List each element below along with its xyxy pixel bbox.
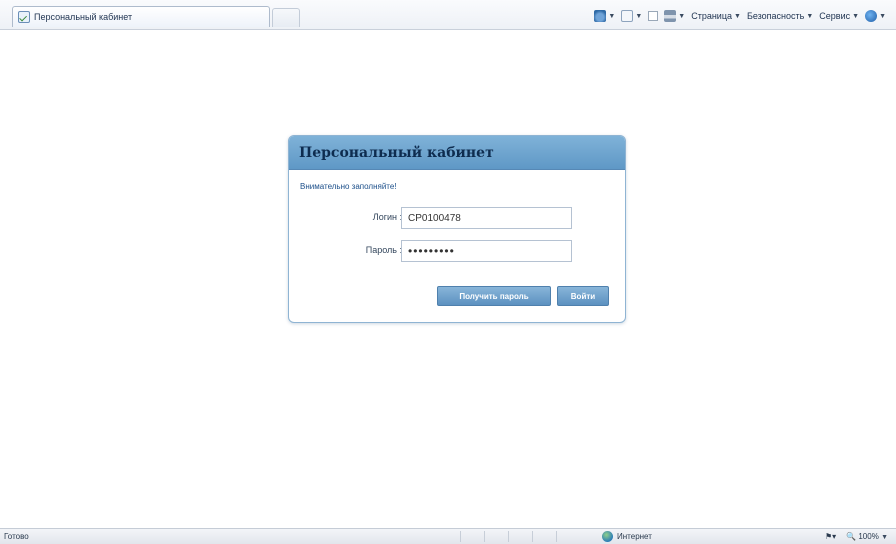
chevron-down-icon: ▼ <box>852 12 860 20</box>
chevron-down-icon: ▼ <box>881 534 888 541</box>
status-divider <box>460 531 482 542</box>
status-bar: Готово Интернет ⚑▾ 🔍 100% ▼ <box>0 528 896 544</box>
protected-mode-icon[interactable]: ⚑▾ <box>825 532 836 541</box>
home-icon <box>594 10 607 22</box>
mail-icon <box>648 11 659 21</box>
safety-menu-label: Безопасность <box>746 11 805 21</box>
print-icon <box>664 10 677 22</box>
panel-title: Персональный кабинет <box>289 136 625 170</box>
password-row: Пароль : <box>289 240 625 262</box>
feeds-icon <box>621 10 634 22</box>
chevron-down-icon: ▼ <box>879 12 886 20</box>
command-bar: ▼ ▼ ▼ Страница ▼ Безопасность ▼ Сервис ▼… <box>594 7 886 25</box>
page-favicon-icon <box>18 11 30 23</box>
password-label: Пароль : <box>365 245 402 255</box>
password-field[interactable] <box>401 240 572 262</box>
page-menu-label: Страница <box>691 11 732 21</box>
globe-icon <box>602 531 613 542</box>
attention-note: Внимательно заполняйте! <box>300 182 397 191</box>
help-button[interactable]: ▼ <box>865 10 886 22</box>
zoom-icon: 🔍 <box>846 532 857 541</box>
new-tab-button[interactable] <box>272 8 300 27</box>
browser-tab-active[interactable]: Персональный кабинет <box>12 6 270 27</box>
zone-label: Интернет <box>617 532 652 541</box>
zoom-control[interactable]: 🔍 100% ▼ <box>846 532 888 541</box>
status-divider <box>508 531 530 542</box>
tools-menu-label: Сервис <box>819 11 851 21</box>
login-row: Логин : <box>289 207 625 229</box>
feeds-button[interactable]: ▼ <box>621 10 642 22</box>
zoom-area: ⚑▾ 🔍 100% ▼ <box>825 532 888 541</box>
browser-tab-bar: Персональный кабинет ▼ ▼ ▼ Страница ▼ Бе… <box>0 0 896 30</box>
home-button[interactable]: ▼ <box>594 10 615 22</box>
status-divider <box>556 531 578 542</box>
chevron-down-icon: ▼ <box>678 12 686 20</box>
mail-button[interactable] <box>648 11 659 21</box>
chevron-down-icon: ▼ <box>806 12 814 20</box>
zoom-level: 100% <box>858 532 879 541</box>
tools-menu[interactable]: Сервис ▼ <box>819 11 859 21</box>
status-divider <box>532 531 554 542</box>
page-content: Персональный кабинет Внимательно заполня… <box>10 31 886 528</box>
status-text: Готово <box>4 532 29 541</box>
chevron-down-icon: ▼ <box>608 12 616 20</box>
security-zone[interactable]: Интернет <box>602 531 652 542</box>
print-button[interactable]: ▼ <box>664 10 685 22</box>
login-label: Логин : <box>372 212 402 222</box>
chevron-down-icon: ▼ <box>734 12 741 20</box>
safety-menu[interactable]: Безопасность ▼ <box>747 11 813 21</box>
login-panel: Персональный кабинет Внимательно заполня… <box>288 135 626 323</box>
help-icon <box>865 10 878 22</box>
login-button[interactable]: Войти <box>557 286 609 306</box>
status-divider <box>484 531 506 542</box>
page-menu[interactable]: Страница ▼ <box>691 11 741 21</box>
tab-title: Персональный кабинет <box>34 12 133 22</box>
chevron-down-icon: ▼ <box>635 12 643 20</box>
get-password-button[interactable]: Получить пароль <box>437 286 551 306</box>
login-field[interactable] <box>401 207 572 229</box>
